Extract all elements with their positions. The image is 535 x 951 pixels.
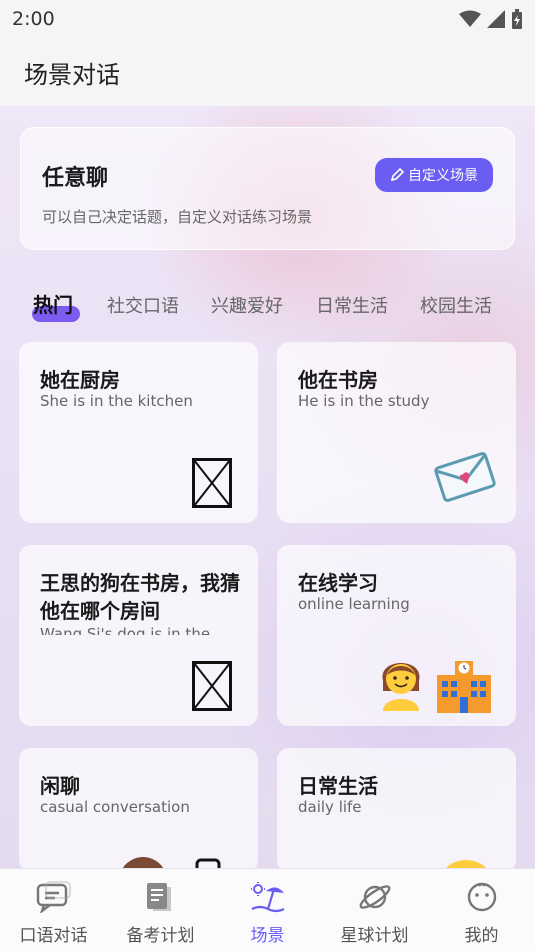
pencil-icon — [390, 168, 404, 182]
nav-item-planet-plan[interactable]: 星球计划 — [321, 869, 428, 951]
nav-label: 星球计划 — [340, 926, 409, 946]
banner-subtitle: 可以自己决定话题，自定义对话练习场景 — [42, 208, 313, 226]
signal-icon — [487, 10, 505, 28]
tab-campus-life[interactable]: 校园生活 — [420, 292, 492, 318]
student-girl-icon — [382, 663, 420, 711]
nav-label: 口语对话 — [19, 926, 88, 946]
tab-hobbies[interactable]: 兴趣爱好 — [211, 292, 283, 318]
category-tabs: 热门 社交口语 兴趣爱好 日常生活 校园生活 — [0, 286, 535, 326]
status-icons — [459, 9, 523, 29]
smiley-icon — [441, 860, 491, 868]
card-subtitle: daily life — [298, 798, 362, 816]
card-subtitle: She is in the kitchen — [40, 392, 193, 410]
card-subtitle: He is in the study — [298, 392, 430, 410]
person-icon — [119, 857, 167, 868]
nav-label: 我的 — [464, 926, 499, 946]
banner-title: 任意聊 — [42, 166, 109, 191]
status-time: 2:00 — [12, 8, 55, 30]
tab-hot[interactable]: 热门 — [33, 289, 73, 318]
scene-card-dog-study[interactable]: 王思的狗在书房，我猜他在哪个房间 Wang Si's dog is in the — [19, 545, 258, 726]
chat-icon — [36, 881, 71, 913]
scene-card-study[interactable]: 他在书房 He is in the study — [277, 342, 516, 523]
profile-face-icon — [467, 882, 497, 912]
scene-content[interactable]: 任意聊 可以自己决定话题，自定义对话练习场景 自定义场景 热门 社交口语 兴趣爱… — [0, 106, 535, 868]
card-subtitle: casual conversation — [40, 798, 190, 816]
nav-item-exam-plan[interactable]: 备考计划 — [107, 869, 214, 951]
card-subtitle: Wang Si's dog is in the — [40, 625, 211, 635]
broken-image-icon — [192, 458, 232, 508]
custom-scene-button[interactable]: 自定义场景 — [375, 158, 493, 192]
custom-scene-label: 自定义场景 — [408, 168, 478, 184]
scene-card-daily-life[interactable]: 日常生活 daily life — [277, 748, 516, 868]
free-chat-banner[interactable]: 任意聊 可以自己决定话题，自定义对话练习场景 自定义场景 — [20, 127, 515, 250]
card-title: 闲聊 — [40, 774, 80, 798]
nav-item-profile[interactable]: 我的 — [428, 869, 535, 951]
bottom-nav: 口语对话 备考计划 场景 星球计划 我的 — [0, 868, 535, 951]
broken-image-icon — [192, 661, 232, 711]
beach-icon — [251, 882, 285, 913]
scene-card-kitchen[interactable]: 她在厨房 She is in the kitchen — [19, 342, 258, 523]
card-title: 她在厨房 — [40, 368, 120, 392]
card-title: 他在书房 — [298, 368, 378, 392]
nav-item-speaking[interactable]: 口语对话 — [0, 869, 107, 951]
tab-social[interactable]: 社交口语 — [107, 292, 179, 318]
card-title: 王思的狗在书房，我猜他在哪个房间 — [40, 571, 240, 623]
love-letter-icon — [434, 452, 496, 502]
school-building-icon — [437, 661, 491, 713]
nav-label: 场景 — [250, 926, 285, 946]
phone-icon — [195, 858, 221, 868]
card-title: 在线学习 — [298, 571, 378, 595]
page-title: 场景对话 — [24, 60, 120, 89]
card-subtitle: online learning — [298, 595, 410, 613]
tab-daily-life[interactable]: 日常生活 — [316, 292, 388, 318]
app-header: 场景对话 — [0, 38, 535, 106]
nav-item-scene[interactable]: 场景 — [214, 869, 321, 951]
battery-icon — [512, 9, 522, 29]
nav-label: 备考计划 — [126, 926, 195, 946]
status-bar: 2:00 — [0, 0, 535, 38]
scene-card-casual-chat[interactable]: 闲聊 casual conversation — [19, 748, 258, 868]
scene-card-online-learning[interactable]: 在线学习 online learning — [277, 545, 516, 726]
wifi-icon — [459, 10, 481, 27]
document-icon — [147, 883, 171, 911]
card-title: 日常生活 — [298, 774, 378, 798]
planet-icon — [359, 885, 391, 909]
